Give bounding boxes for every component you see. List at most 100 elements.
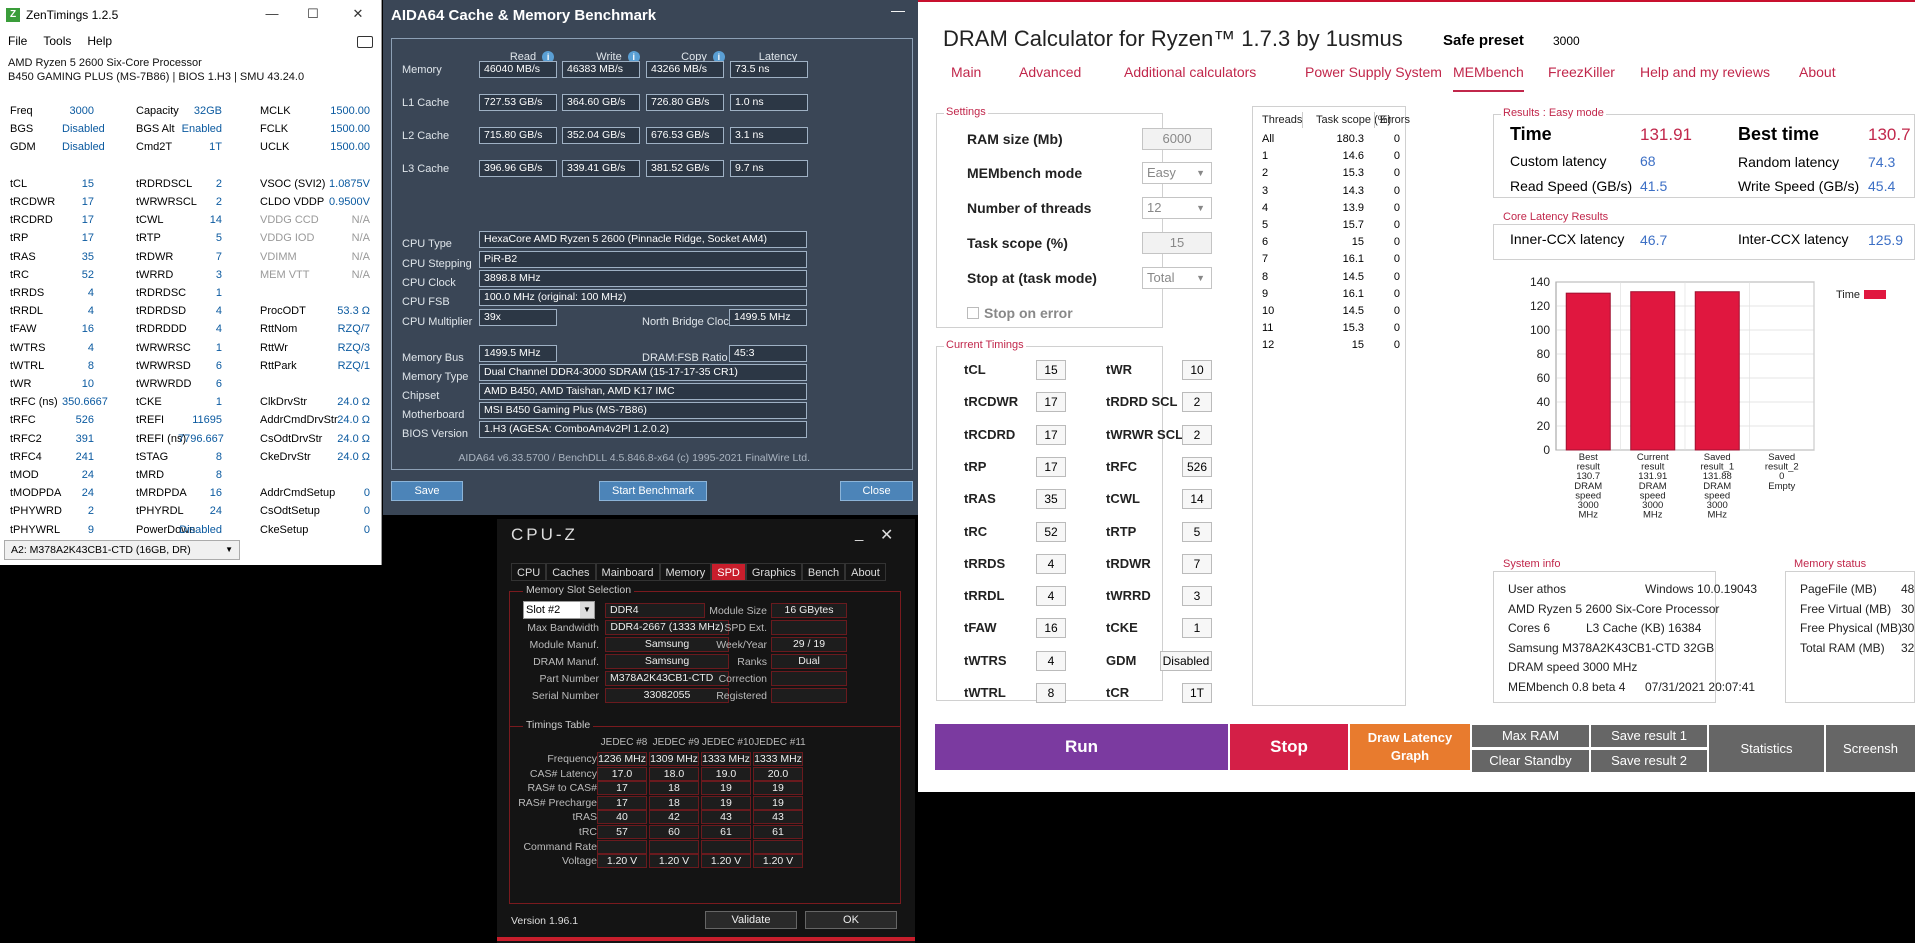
cpuz-accent-bar — [497, 937, 915, 941]
timing-cell: 1333 MHz — [753, 752, 803, 766]
ok-button[interactable]: OK — [805, 911, 897, 929]
sysinfo-text: Cores 6 — [1508, 621, 1551, 635]
maximize-icon[interactable]: ☐ — [303, 6, 323, 24]
draw-latency-graph-button[interactable]: Draw Latency Graph — [1350, 724, 1470, 770]
thread-scope: 15 — [1351, 236, 1364, 249]
zen-param-label: FCLK — [260, 123, 289, 136]
ranks-value: Dual — [771, 654, 847, 669]
start-benchmark-button[interactable]: Start Benchmark — [599, 481, 707, 501]
clear-standby-button[interactable]: Clear Standby — [1472, 750, 1589, 772]
zen-param-value: 4 — [215, 305, 222, 318]
preset-value: 3000 — [1553, 34, 1580, 48]
zen-param-label: GDM — [10, 141, 36, 154]
minimize-icon[interactable]: — — [262, 6, 282, 24]
cpu-type-label: CPU Type — [402, 238, 452, 250]
dram-calculator-window: DRAM Calculator for Ryzen™ 1.7.3 by 1usm… — [918, 0, 1915, 792]
tab-about[interactable]: About — [1799, 64, 1836, 80]
task-scope-input[interactable]: 15 — [1142, 232, 1212, 254]
statistics-button[interactable]: Statistics — [1709, 725, 1824, 772]
membench-mode-select[interactable]: Easy ▼ — [1142, 162, 1212, 184]
zen-param-label: tPHYRDL — [136, 505, 184, 518]
chevron-down-icon: ▼ — [580, 602, 594, 618]
module-select[interactable]: A2: M378A2K43CB1-CTD (16GB, DR) ▼ — [4, 540, 240, 560]
timing-value: 52 — [1036, 521, 1066, 542]
y-tick-label: 40 — [1537, 395, 1551, 409]
tab-bench[interactable]: Bench — [801, 563, 846, 581]
timing-label: GDM — [1106, 652, 1137, 668]
dram-fsb-label: DRAM:FSB Ratio — [642, 352, 728, 364]
module-size-value: 16 GBytes — [771, 603, 847, 618]
zentimings-window: Z ZenTimings 1.2.5 — ☐ ✕ File Tools Help… — [0, 0, 382, 565]
stop-button[interactable]: Stop — [1230, 724, 1348, 770]
minimize-icon[interactable]: _ — [855, 525, 863, 542]
zen-param-label: tWTRL — [10, 359, 45, 372]
thread-id: 9 — [1262, 287, 1269, 300]
tab-memory[interactable]: Memory — [659, 563, 712, 581]
timing-label: tRC — [964, 523, 988, 539]
ram-size-input[interactable]: 6000 — [1142, 128, 1212, 150]
tab-mainboard[interactable]: Mainboard — [595, 563, 660, 581]
zen-param-label: tWTRS — [10, 341, 46, 354]
tab-caches[interactable]: Caches — [546, 563, 596, 581]
zen-param-value: 2 — [215, 196, 222, 208]
menu-tools[interactable]: Tools — [43, 34, 71, 48]
timing-value: 4 — [1036, 586, 1066, 607]
x-tick-label: Empty — [1768, 481, 1795, 492]
thread-errors: 0 — [1393, 287, 1400, 300]
timing-value: 1 — [1182, 618, 1212, 639]
zen-param-label: tCKE — [136, 396, 162, 409]
y-tick-label: 80 — [1537, 347, 1551, 361]
timing-cell: 1.20 V — [649, 854, 699, 869]
save-result-1-button[interactable]: Save result 1 — [1591, 725, 1707, 747]
bench-value: 727.53 GB/s — [479, 94, 557, 111]
zen-param-label: Cmd2T — [136, 141, 173, 154]
save-result-2-button[interactable]: Save result 2 — [1591, 750, 1707, 772]
zen-param-label: tRTP — [136, 232, 161, 245]
zen-param-value: Disabled — [62, 141, 105, 154]
tab-help-reviews[interactable]: Help and my reviews — [1640, 64, 1770, 80]
zen-param-value: 1 — [215, 341, 222, 354]
screenshot-camera-icon[interactable] — [357, 36, 373, 48]
tab-advanced[interactable]: Advanced — [1019, 64, 1081, 80]
stop-on-error-label: Stop on error — [984, 305, 1073, 321]
save-button[interactable]: Save — [391, 481, 463, 501]
validate-button[interactable]: Validate — [705, 911, 797, 929]
bench-value: 46040 MB/s — [479, 61, 557, 78]
tab-additional-calculators[interactable]: Additional calculators — [1124, 64, 1256, 80]
inter-ccx-label: Inter-CCX latency — [1738, 231, 1849, 247]
screenshot-button[interactable]: Screensh — [1826, 725, 1915, 772]
thread-id: 1 — [1262, 150, 1269, 163]
run-button[interactable]: Run — [935, 724, 1228, 770]
tab-cpu[interactable]: CPU — [511, 563, 547, 581]
slot-select[interactable]: Slot #2 ▼ — [523, 601, 595, 619]
threads-select[interactable]: 12 ▼ — [1142, 197, 1212, 219]
tab-power-supply-system[interactable]: Power Supply System — [1305, 64, 1442, 80]
timing-label: tWR — [1106, 362, 1132, 377]
tab-spd[interactable]: SPD — [711, 563, 746, 581]
tab-about[interactable]: About — [845, 563, 886, 581]
thread-errors: 0 — [1393, 150, 1400, 163]
close-icon[interactable]: ✕ — [880, 525, 893, 545]
menu-help[interactable]: Help — [87, 34, 112, 48]
max-ram-button[interactable]: Max RAM — [1472, 725, 1589, 747]
bench-value: 396.96 GB/s — [479, 160, 557, 177]
write-speed-value: 45.4 — [1868, 178, 1896, 194]
close-button[interactable]: Close — [840, 481, 913, 501]
memstat-label: Free Physical (MB) — [1800, 621, 1903, 635]
tab-main[interactable]: Main — [951, 64, 981, 80]
tab-membench[interactable]: MEMbench — [1453, 64, 1524, 92]
system-info-legend: System info — [1501, 558, 1563, 570]
zen-param-label: Freq — [10, 105, 33, 117]
stop-at-select[interactable]: Total ▼ — [1142, 267, 1212, 289]
zen-system-info: AMD Ryzen 5 2600 Six-Core Processor B450… — [0, 52, 381, 84]
zen-param-label: tCWL — [136, 214, 164, 227]
zen-param-label: ProcODT — [260, 305, 306, 318]
tab-graphics[interactable]: Graphics — [745, 563, 802, 581]
close-icon[interactable]: ✕ — [348, 6, 368, 24]
menu-file[interactable]: File — [8, 34, 27, 48]
minimize-icon[interactable]: — — [891, 2, 905, 18]
zen-param-value: 11695 — [192, 414, 222, 427]
tab-freezkiller[interactable]: FreezKiller — [1548, 64, 1615, 80]
stop-on-error-checkbox[interactable] — [967, 307, 979, 319]
time-bar-chart: 140120100806040200Bestresult130.7DRAMspe… — [1530, 275, 1886, 521]
